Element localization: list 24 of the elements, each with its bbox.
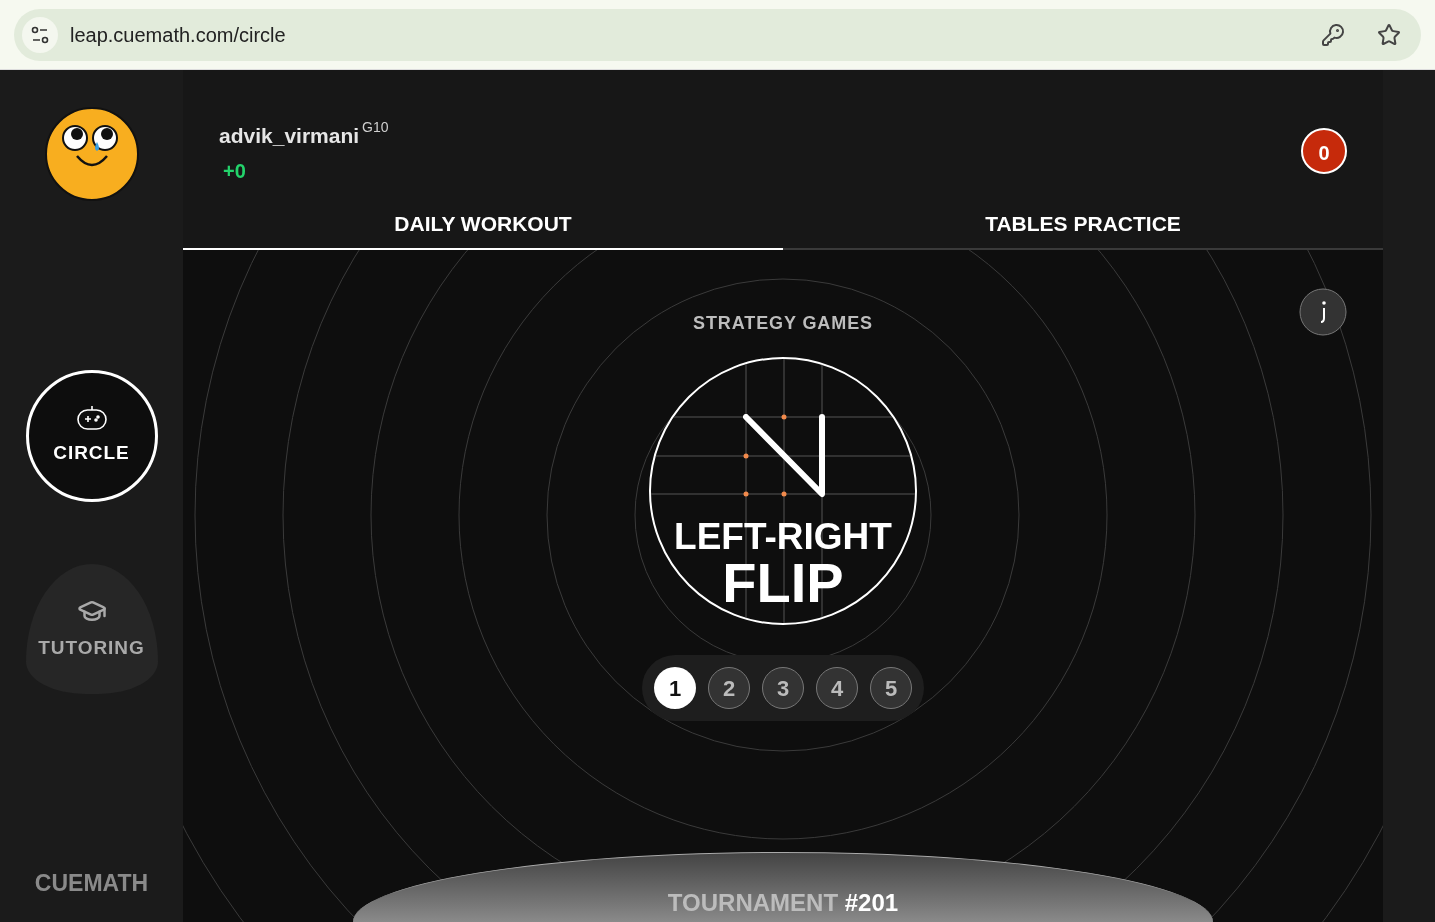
sidebar-nav-item[interactable]: CIRCLE [25, 370, 158, 502]
info-icon[interactable] [1299, 288, 1347, 336]
game-subtitle: FLIP [722, 555, 844, 611]
level-button[interactable]: 4 [816, 667, 858, 709]
bookmark-star-icon[interactable] [1377, 22, 1401, 47]
section-heading: STRATEGY GAMES [693, 312, 873, 335]
level-button[interactable]: 1 [654, 667, 696, 709]
tournament-title: TOURNAMENT #201 [667, 888, 899, 918]
brand-logo-text: CUEMATH [34, 868, 149, 898]
url-text: leap.cuemath.com/circle [70, 22, 287, 48]
level-button[interactable]: 5 [870, 667, 912, 709]
level-button[interactable]: 2 [708, 667, 750, 709]
game-title: LEFT-RIGHT [674, 518, 892, 555]
streak-badge[interactable]: 0 [1301, 128, 1347, 174]
points-counter: +0 [222, 158, 247, 184]
key-icon[interactable] [1321, 22, 1345, 47]
grade-label: G10 [362, 118, 389, 137]
sidebar-nav-item[interactable]: TUTORING [25, 564, 158, 694]
site-settings-icon[interactable] [22, 16, 58, 53]
username: advik_virmani [219, 123, 360, 149]
avatar-emoji-icon[interactable] [43, 106, 140, 202]
gamepad-icon [75, 404, 108, 431]
level-button[interactable]: 3 [762, 667, 804, 709]
address-bar[interactable]: leap.cuemath.com/circle [14, 8, 1421, 61]
